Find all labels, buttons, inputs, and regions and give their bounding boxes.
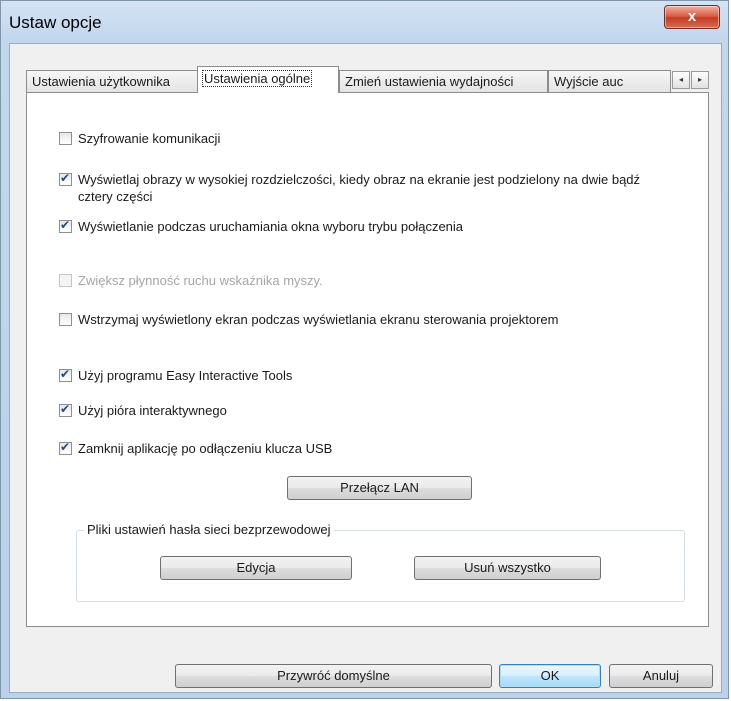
option-easy-interactive-tools[interactable]: Użyj programu Easy Interactive Tools <box>59 367 679 384</box>
option-high-resolution-split[interactable]: Wyświetlaj obrazy w wysokiej rozdzielczo… <box>59 171 679 205</box>
checkbox[interactable] <box>59 440 72 455</box>
close-button[interactable]: x <box>664 5 720 29</box>
checkbox[interactable] <box>59 274 72 287</box>
tab-general-settings[interactable]: Ustawienia ogólne <box>197 66 339 93</box>
tab-scroll-right-icon[interactable]: ▸ <box>691 71 709 89</box>
option-label: Użyj pióra interaktywnego <box>78 403 227 418</box>
tab-label: Wyjście auc <box>554 74 624 89</box>
option-label: Zamknij aplikację po odłączeniu klucza U… <box>78 441 333 456</box>
tab-scroll-left-icon[interactable]: ◂ <box>672 71 690 89</box>
tab-user-settings[interactable]: Ustawienia użytkownika <box>26 70 199 92</box>
option-label: Użyj programu Easy Interactive Tools <box>78 368 293 383</box>
tab-scroll-arrows: ◂ ▸ <box>672 71 710 89</box>
tab-audio-output[interactable]: Wyjście auc <box>548 70 671 92</box>
tab-label: Ustawienia użytkownika <box>32 74 171 89</box>
checkbox[interactable] <box>59 313 72 326</box>
option-label: Szyfrowanie komunikacji <box>78 131 221 146</box>
option-label: Wyświetlaj obrazy w wysokiej rozdzielczo… <box>78 172 641 204</box>
tab-strip: Ustawienia użytkownika Ustawienia ogólne… <box>26 66 710 93</box>
restore-defaults-button[interactable]: Przywróć domyślne <box>175 664 492 688</box>
delete-all-button[interactable]: Usuń wszystko <box>414 556 601 580</box>
option-encrypt-communication[interactable]: Szyfrowanie komunikacji <box>59 130 679 147</box>
option-label: Zwiększ płynność ruchu wskaźnika myszy. <box>78 273 323 288</box>
option-label: Wstrzymaj wyświetlony ekran podczas wyśw… <box>78 312 559 327</box>
tab-performance-settings[interactable]: Zmień ustawienia wydajności <box>339 70 548 92</box>
option-freeze-screen[interactable]: Wstrzymaj wyświetlony ekran podczas wyśw… <box>59 311 679 328</box>
tab-label: Zmień ustawienia wydajności <box>345 74 514 89</box>
checkbox[interactable] <box>59 367 72 382</box>
edit-button[interactable]: Edycja <box>160 556 352 580</box>
checkbox[interactable] <box>59 402 72 417</box>
checkbox[interactable] <box>59 132 72 145</box>
option-show-connection-mode[interactable]: Wyświetlanie podczas uruchamiania okna w… <box>59 218 679 235</box>
option-label: Wyświetlanie podczas uruchamiania okna w… <box>78 219 464 234</box>
option-close-on-usb-removal[interactable]: Zamknij aplikację po odłączeniu klucza U… <box>59 440 679 457</box>
tab-label: Ustawienia ogólne <box>201 70 313 87</box>
option-interactive-pen[interactable]: Użyj pióra interaktywnego <box>59 402 679 419</box>
cancel-button[interactable]: Anuluj <box>609 664 713 688</box>
group-title: Pliki ustawień hasła sieci bezprzewodowe… <box>84 522 334 538</box>
dialog-title: Ustaw opcje <box>9 13 102 32</box>
ok-button[interactable]: OK <box>499 664 601 688</box>
checkbox[interactable] <box>59 171 72 186</box>
checkbox[interactable] <box>59 218 72 233</box>
option-smooth-mouse[interactable]: Zwiększ płynność ruchu wskaźnika myszy. <box>59 272 679 289</box>
switch-lan-button[interactable]: Przełącz LAN <box>287 476 472 500</box>
